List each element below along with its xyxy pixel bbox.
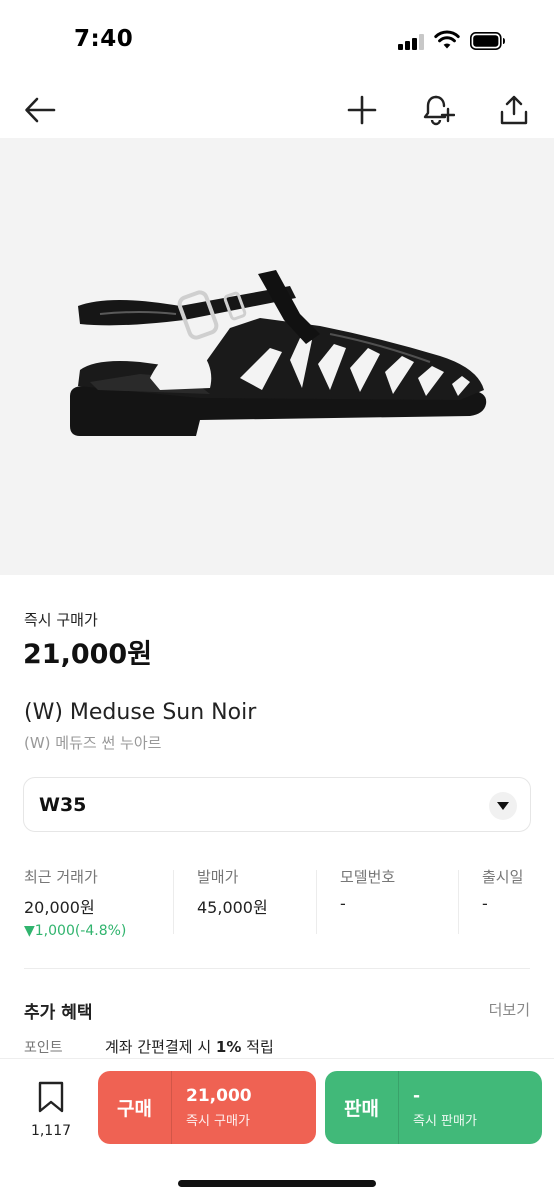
product-title: (W) Meduse Sun Noir <box>24 700 257 725</box>
section-divider <box>24 968 530 969</box>
info-recent-price: 최근 거래가 20,000원 ▼1,000(-4.8%) <box>24 866 172 939</box>
info-value: 45,000원 <box>197 898 268 917</box>
price-change: ▼1,000(-4.8%) <box>24 923 127 939</box>
info-value: - <box>340 894 346 913</box>
bookmark-button[interactable]: 1,117 <box>28 1081 74 1141</box>
info-value: - <box>482 894 488 913</box>
price-value: 21,000원 <box>23 639 153 670</box>
status-bar: 7:40 <box>0 0 554 80</box>
home-indicator[interactable] <box>178 1180 376 1187</box>
share-icon[interactable] <box>494 90 534 130</box>
button-divider <box>171 1071 172 1144</box>
status-time: 7:40 <box>74 26 134 52</box>
info-release-date: 출시일 - <box>482 866 532 936</box>
dropdown-arrow-icon[interactable] <box>489 792 517 820</box>
more-link[interactable]: 더보기 <box>489 999 530 1020</box>
sell-button[interactable]: 판매 - 즉시 판매가 <box>325 1071 542 1144</box>
sandal-illustration <box>70 270 487 436</box>
buy-label: 구매 <box>117 1098 152 1120</box>
sell-sub-label: 즉시 판매가 <box>413 1114 477 1129</box>
benefit-title: 추가 혜택 <box>24 1003 93 1023</box>
divider <box>316 870 317 934</box>
bookmark-icon <box>38 1081 64 1113</box>
benefit-value-bold: 1% <box>215 1038 242 1056</box>
benefit-value-prefix: 계좌 간편결제 시 <box>105 1038 216 1056</box>
back-arrow-icon[interactable] <box>20 90 60 130</box>
info-label: 최근 거래가 <box>24 868 98 886</box>
product-subtitle: (W) 메듀즈 썬 누아르 <box>24 734 162 752</box>
info-grid: 최근 거래가 20,000원 ▼1,000(-4.8%) 발매가 45,000원… <box>24 866 532 939</box>
sell-label: 판매 <box>344 1098 379 1120</box>
nav-bar <box>0 80 554 138</box>
divider <box>458 870 459 934</box>
wifi-icon <box>434 30 460 50</box>
button-divider <box>398 1071 399 1144</box>
info-label: 출시일 <box>482 868 524 886</box>
plus-icon[interactable] <box>342 90 382 130</box>
buy-price: 21,000 <box>186 1086 252 1106</box>
benefit-key: 포인트 <box>24 1040 63 1056</box>
size-select[interactable]: W35 <box>23 777 531 832</box>
sell-price: - <box>413 1086 421 1106</box>
bell-plus-icon[interactable] <box>418 90 458 130</box>
info-model-number: 모델번호 - <box>340 866 450 936</box>
benefit-value-suffix: 적립 <box>241 1038 274 1056</box>
size-value: W35 <box>39 794 87 816</box>
info-label: 모델번호 <box>340 868 396 886</box>
bottom-bar: 1,117 구매 21,000 즉시 구매가 판매 - 즉시 판매가 <box>0 1058 554 1200</box>
price-label: 즉시 구매가 <box>24 611 98 629</box>
benefit-value: 계좌 간편결제 시 1% 적립 <box>105 1036 274 1057</box>
buy-button[interactable]: 구매 21,000 즉시 구매가 <box>98 1071 316 1144</box>
product-image[interactable] <box>0 138 554 575</box>
buy-sub-label: 즉시 구매가 <box>186 1114 250 1129</box>
divider <box>173 870 174 934</box>
cellular-signal-icon <box>398 34 424 50</box>
info-label: 발매가 <box>197 868 239 886</box>
battery-icon <box>470 32 506 50</box>
info-value: 20,000원 <box>24 898 95 917</box>
info-release-price: 발매가 45,000원 <box>197 866 317 936</box>
bookmark-count: 1,117 <box>30 1123 72 1139</box>
